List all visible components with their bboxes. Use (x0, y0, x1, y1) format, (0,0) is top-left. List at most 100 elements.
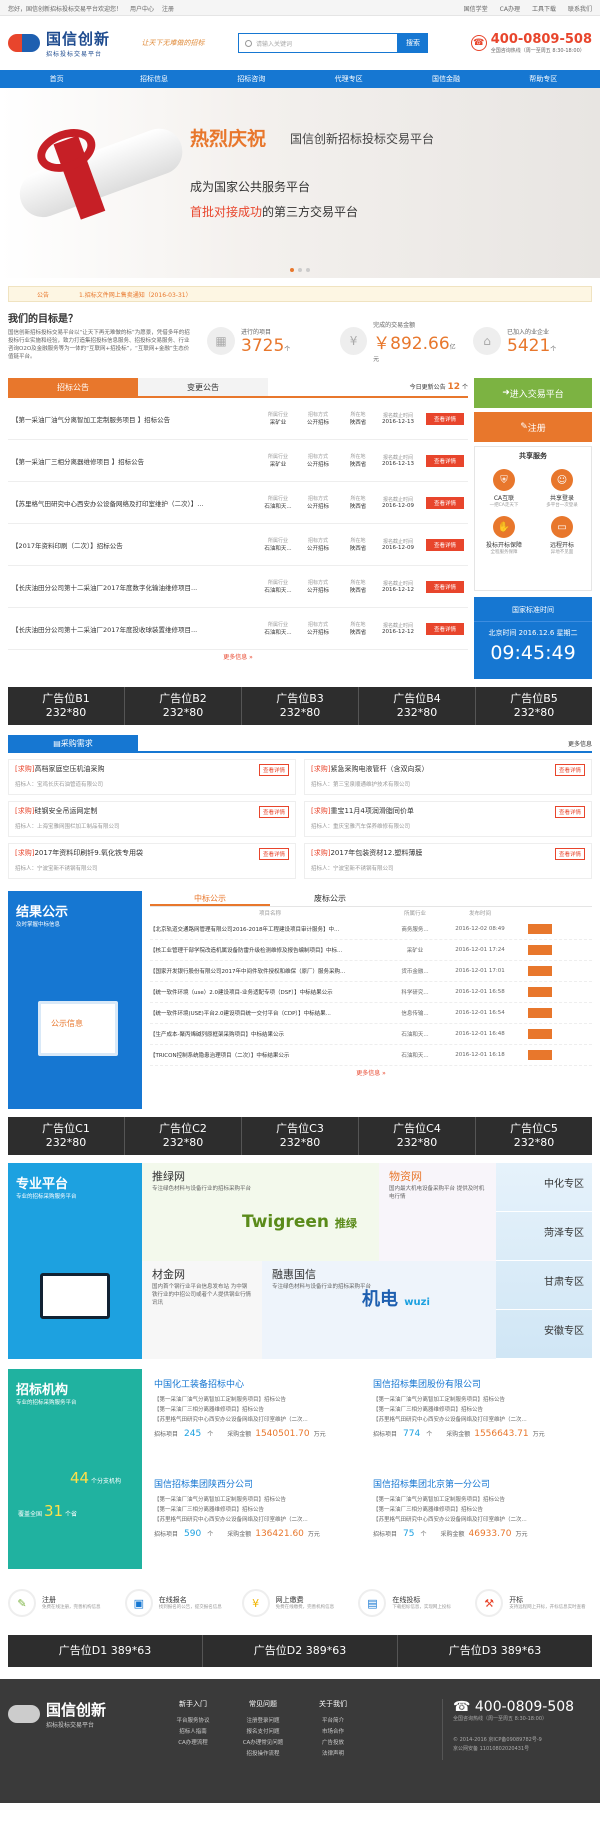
result-name[interactable]: 【国家开发银行股份有限公司2017年中间件软件授权和维保（原厂）服务采购... (150, 967, 390, 975)
service-login[interactable]: ☺ 共享登录 多平台一次登录 (533, 465, 591, 512)
purchase-more-link[interactable]: 更多信息 (568, 739, 592, 748)
footer-link[interactable]: 招投操作流程 (228, 1749, 298, 1760)
zone-gansu[interactable]: 甘肃专区 (496, 1261, 592, 1310)
ad-c1[interactable]: 广告位C1 232*80 (8, 1117, 125, 1155)
nav-home[interactable]: 首页 (8, 70, 105, 88)
view-details-button[interactable]: 查看详情 (258, 806, 289, 818)
footer-link[interactable]: CA办理流程 (158, 1738, 228, 1749)
ad-c3[interactable]: 广告位C3 232*80 (242, 1117, 359, 1155)
result-name[interactable]: 【核工业管理干部学院改造机属设备防雷升级检测维修及报告编制项目】中标... (150, 946, 390, 954)
view-details-button[interactable]: 查看详情 (554, 764, 585, 776)
tender-title[interactable]: 【第一采油厂三相分离器维修项目 】招标公告 (8, 456, 258, 466)
purchase-title[interactable]: 紧急采购电液管杆（含双向泵） (330, 765, 428, 773)
agency-notice[interactable]: 【第一采油厂油气分离智加工定制服务项目】招标公告 (154, 1495, 365, 1505)
register-link[interactable]: 注册 (162, 6, 174, 13)
ad-b2[interactable]: 广告位B2 232*80 (125, 687, 242, 725)
search-button[interactable]: 搜索 (398, 33, 428, 53)
tab-change-notice[interactable]: 变更公告 (138, 378, 268, 396)
ad-b1[interactable]: 广告位B1 232*80 (8, 687, 125, 725)
purchase-item[interactable]: [求购]2017年资料印刷钎9.氧化铁专用袋 招标人：宁波宝新不锈钢有限公司 查看详… (8, 843, 296, 879)
result-view-button[interactable] (528, 1050, 552, 1060)
ad-b3[interactable]: 广告位B3 232*80 (242, 687, 359, 725)
result-view-button[interactable] (528, 1008, 552, 1018)
nav-help[interactable]: 帮助专区 (495, 70, 592, 88)
view-details-button[interactable]: 查看详情 (258, 764, 289, 776)
purchase-item[interactable]: [求购]2017年包装资材12.塑料薄膜 招标人：宁波宝新不锈钢有限公司 查看详情 (304, 843, 592, 879)
agency-notice[interactable]: 【第一采油厂三相分离器维修项目】招标公告 (373, 1505, 584, 1515)
agency-notice[interactable]: 【第一采油厂油气分离智加工定制服务项目】招标公告 (154, 1395, 365, 1405)
top-link-download[interactable]: 工具下载 (532, 6, 556, 13)
service-remote[interactable]: ▭ 远程开标 异地不见面 (533, 512, 591, 559)
tender-title[interactable]: 【2017年资料印刷（二次）】招标公告 (8, 540, 258, 550)
view-details-button[interactable]: 查看详情 (426, 496, 464, 509)
view-details-button[interactable]: 查看详情 (426, 538, 464, 551)
agency-name[interactable]: 国信招标集团陕西分公司 (154, 1477, 365, 1490)
nav-consult[interactable]: 招标咨询 (203, 70, 300, 88)
nav-agency[interactable]: 代理专区 (300, 70, 397, 88)
purchase-title[interactable]: ▤ 采购需求 (8, 735, 138, 751)
ad-c2[interactable]: 广告位C2 232*80 (125, 1117, 242, 1155)
register-button[interactable]: ✎ 注册 (474, 412, 592, 442)
tab-tender-notice[interactable]: 招标公告 (8, 378, 138, 396)
result-name[interactable]: 【生产成本-聚丙烯碱列原框架采购项目】中标结果公示 (150, 1030, 390, 1038)
notice-link[interactable]: 1.招标文件网上售卖通知（2016-03-31） (79, 290, 192, 299)
tender-title[interactable]: 【苏里格气田研究中心西安办公设备网络及打印室维护（二次）】... (8, 498, 258, 508)
tab-award-notice[interactable]: 中标公示 (150, 891, 270, 906)
platform-caijin[interactable]: 材金网 国内首个钢行业平台信息发布站 为中钢铁行业的中招公司或者个人提供钢业行情讯… (142, 1261, 262, 1359)
purchase-title[interactable]: 2017年资料印刷钎9.氧化铁专用袋 (34, 849, 143, 857)
view-details-button[interactable]: 查看详情 (554, 806, 585, 818)
enter-platform-button[interactable]: ➜ 进入交易平台 (474, 378, 592, 408)
tender-title[interactable]: 【长庆油田分公司第十二采油厂2017年度数字化输油维修项目... (8, 582, 258, 592)
result-name[interactable]: 【统一软件环境(USE)平台2.0建设项目统一交付平台（CDP）】中标结果... (150, 1009, 390, 1017)
purchase-title[interactable]: 硅钢安全吊运网定制 (34, 807, 97, 815)
carousel-dots[interactable] (288, 268, 312, 272)
platform-wuzi[interactable]: 物资网 国内最大机电设备采购平台 提供及时机电行情 (379, 1163, 499, 1261)
agency-name[interactable]: 中国化工装备招标中心 (154, 1377, 365, 1390)
agency-notice[interactable]: 【苏里格气田研究中心西安办公设备网络及打印室维护（二次... (154, 1515, 365, 1525)
platform-ronghui[interactable]: 融惠国信 专注绿色材料与设备行业的招标采购平台 机电 wuzi (262, 1261, 499, 1359)
footer-link[interactable]: 平台服务协议 (158, 1716, 228, 1727)
nav-tender-info[interactable]: 招标信息 (105, 70, 202, 88)
platform-twigreen[interactable]: 推绿网 专注绿色材料与设备行业的招标采购平台 Twigreen 推绿 (142, 1163, 379, 1261)
agency-name[interactable]: 国信招标集团北京第一分公司 (373, 1477, 584, 1490)
step-signup[interactable]: ▣ 在线报名 找到报名的公告，提交报名信息 (124, 1583, 242, 1623)
ad-b5[interactable]: 广告位B5 232*80 (476, 687, 592, 725)
purchase-title[interactable]: 高档家庭空压机油采购 (34, 765, 104, 773)
agency-notice[interactable]: 【第一采油厂油气分离智加工定制服务项目】招标公告 (373, 1395, 584, 1405)
result-name[interactable]: 【北京轨道交通路网管理有限公司2016-2018年工程建设项目审计服务】中... (150, 925, 390, 933)
footer-link[interactable]: 报名支付问题 (228, 1727, 298, 1738)
purchase-item[interactable]: [求购]硅钢安全吊运网定制 招标人：上海宝雅网围栏加工制品有限公司 查看详情 (8, 801, 296, 837)
step-register[interactable]: ✎ 注册 免费在线注册，完善机构信息 (8, 1583, 125, 1623)
footer-link[interactable]: 注册登录问题 (228, 1716, 298, 1727)
site-logo[interactable]: 国信创新 招标投标交易平台 (8, 28, 118, 58)
purchase-title[interactable]: 重宝11月4项润滑脂同价单 (330, 807, 413, 815)
agency-notice[interactable]: 【苏里格气田研究中心西安办公设备网络及打印室维护（二次... (373, 1415, 584, 1425)
purchase-item[interactable]: [求购]高档家庭空压机油采购 招标人：宝鸡长庆石油管道有限公司 查看详情 (8, 759, 296, 795)
agency-notice[interactable]: 【第一采油厂三相分离器维修项目】招标公告 (154, 1405, 365, 1415)
view-details-button[interactable]: 查看详情 (426, 622, 464, 635)
result-more-link[interactable]: 更多信息 » (150, 1066, 592, 1082)
tender-title[interactable]: 【第一采油厂油气分离智加工定制服务项目 】招标公告 (8, 414, 258, 424)
ad-b4[interactable]: 广告位B4 232*80 (359, 687, 476, 725)
tab-void-notice[interactable]: 废标公示 (270, 891, 390, 906)
user-center-link[interactable]: 用户中心 (130, 6, 154, 13)
ad-d1[interactable]: 广告位D1 389*63 (8, 1635, 203, 1667)
ad-d2[interactable]: 广告位D2 389*63 (203, 1635, 398, 1667)
service-ca[interactable]: ⛨ CA互联 一把CA走天下 (475, 465, 533, 512)
top-link-ca[interactable]: CA办理 (500, 6, 520, 13)
result-name[interactable]: 【统一软件环境（use）2.0建设项目-业务适配专项（DSF）】中标结果公示 (150, 988, 390, 996)
footer-link[interactable]: 法律声明 (298, 1749, 368, 1760)
agency-notice[interactable]: 【苏里格气田研究中心西安办公设备网络及打印室维护（二次... (154, 1415, 365, 1425)
agency-notice[interactable]: 【第一采油厂三相分离器维修项目】招标公告 (154, 1505, 365, 1515)
tender-more-link[interactable]: 更多信息 » (8, 650, 468, 666)
purchase-item[interactable]: [求购]紧急采购电液管杆（含双向泵） 招标人：第三宝泉顺通维护技术有限公司 查看详情 (304, 759, 592, 795)
zone-anhui[interactable]: 安徽专区 (496, 1310, 592, 1359)
tender-title[interactable]: 【长庆油田分公司第十二采油厂2017年度投收球装置维修项目... (8, 624, 258, 634)
zone-sinochem[interactable]: 中化专区 (496, 1163, 592, 1212)
agency-notice[interactable]: 【第一采油厂三相分离器维修项目】招标公告 (373, 1405, 584, 1415)
ad-c4[interactable]: 广告位C4 232*80 (359, 1117, 476, 1155)
result-view-button[interactable] (528, 966, 552, 976)
nav-finance[interactable]: 国信金融 (397, 70, 494, 88)
agency-notice[interactable]: 【苏里格气田研究中心西安办公设备网络及打印室维护（二次... (373, 1515, 584, 1525)
step-bid[interactable]: ▤ 在线投标 下载招标信息，实现网上投标 (358, 1583, 475, 1623)
